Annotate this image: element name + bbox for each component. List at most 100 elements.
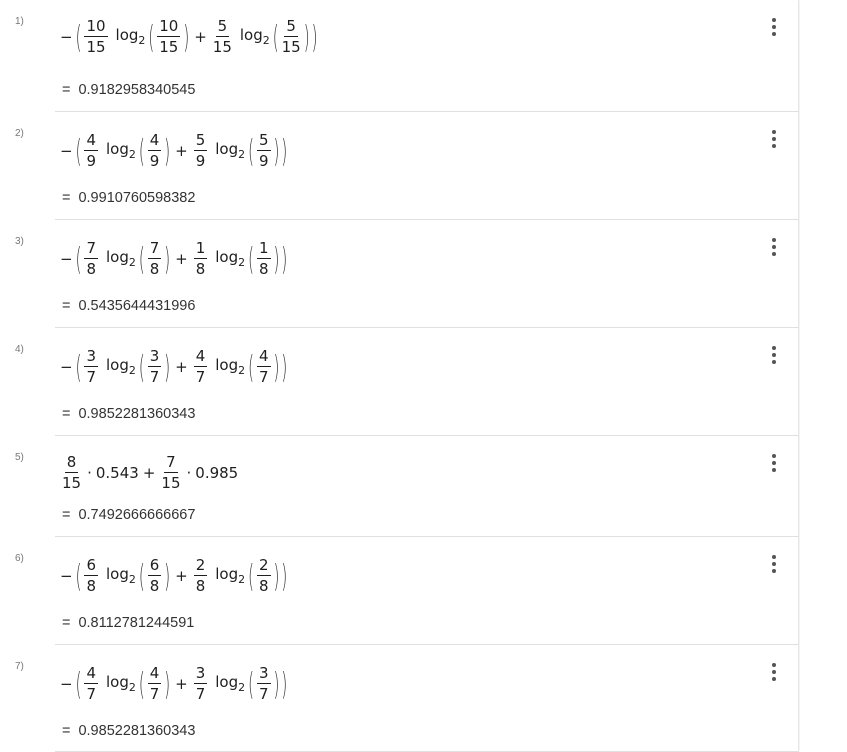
denominator: 9 — [195, 152, 206, 170]
log-function: log2 — [215, 673, 245, 694]
log-base: 2 — [138, 34, 146, 47]
fraction: 10 15 — [82, 16, 109, 57]
fraction: 37 — [146, 346, 164, 387]
left-paren: ( — [138, 556, 145, 595]
minus-sign: − — [60, 249, 73, 268]
more-vertical-icon[interactable] — [766, 236, 782, 258]
more-vertical-icon[interactable] — [766, 16, 782, 38]
right-paren: ) — [281, 131, 288, 170]
graphics-area[interactable] — [800, 0, 847, 752]
fraction: 18 — [255, 238, 273, 279]
numerator: 5 — [256, 131, 271, 151]
numerator: 5 — [284, 17, 298, 37]
numerator: 3 — [84, 347, 98, 367]
denominator: 8 — [86, 260, 96, 278]
numerator: 10 — [84, 17, 108, 37]
result-value: 0.9852281360343 — [78, 406, 196, 422]
right-paren: ) — [281, 347, 288, 386]
plus-sign: + — [175, 357, 188, 376]
algebra-row[interactable]: 7) −(4 7 log2(4 7) +3 7 log2(3 7)) = 0.98522813603… — [0, 645, 798, 752]
left-paren: ( — [75, 664, 82, 703]
denominator: 15 — [212, 38, 232, 56]
result-value: 0.9182958340545 — [78, 82, 196, 98]
fraction: 47 — [82, 663, 100, 704]
numerator: 1 — [256, 239, 271, 259]
plus-sign: + — [175, 141, 188, 160]
minus-sign: − — [60, 27, 73, 46]
log-label: log — [215, 673, 239, 691]
log-base: 2 — [128, 256, 136, 269]
row-number: 6) — [15, 553, 24, 564]
right-paren: ) — [164, 239, 171, 278]
denominator: 8 — [195, 260, 206, 278]
left-paren: ( — [138, 664, 145, 703]
left-paren: ( — [138, 239, 145, 278]
denominator: 15 — [161, 474, 181, 492]
right-paren: ) — [273, 664, 280, 703]
input-expression[interactable]: −(10 15 log2(10 15) +5 15 log2(5 15)) — [60, 16, 318, 57]
log-label: log — [215, 356, 239, 374]
right-paren: ) — [164, 664, 171, 703]
left-paren: ( — [138, 131, 145, 170]
fraction: 37 — [82, 346, 100, 387]
input-expression[interactable]: 8 15 · 0.543 +7 15 · 0.985 — [60, 452, 238, 493]
more-vertical-icon[interactable] — [766, 452, 782, 474]
row-number: 4) — [15, 344, 24, 355]
denominator: 7 — [258, 368, 269, 386]
left-paren: ( — [248, 239, 254, 278]
output-result: = 0.8112781244591 — [62, 615, 194, 631]
numerator: 4 — [256, 347, 271, 367]
algebra-row[interactable]: 3) −(7 8 log2(7 8) +1 8 log2(1 8)) = 0.54356444319… — [0, 220, 798, 328]
log-base: 2 — [128, 681, 136, 694]
result-value: 0.9852281360343 — [78, 723, 196, 739]
fraction: 5 15 — [211, 16, 234, 57]
left-paren: ( — [148, 17, 155, 56]
log-label: log — [115, 26, 139, 44]
log-base: 2 — [238, 681, 246, 694]
denominator: 7 — [86, 685, 96, 703]
input-expression[interactable]: −(3 7 log2(3 7) +4 7 log2(4 7)) — [60, 346, 288, 387]
algebra-row[interactable]: 4) −(3 7 log2(3 7) +4 7 log2(4 7)) = 0.98522813603… — [0, 328, 798, 436]
output-result: = 0.9852281360343 — [62, 406, 195, 422]
fraction: 28 — [192, 555, 210, 596]
algebra-row[interactable]: 2) −(4 9 log2(4 9) +5 9 log2(5 9)) = 0.99107605983… — [0, 112, 798, 220]
algebra-row[interactable]: 6) −(6 8 log2(6 8) +2 8 log2(2 8)) = 0.81127812445… — [0, 537, 798, 645]
more-vertical-icon[interactable] — [766, 553, 782, 575]
log-label: log — [215, 565, 239, 583]
right-paren: ) — [281, 556, 288, 595]
fraction: 37 — [192, 663, 210, 704]
input-expression[interactable]: −(4 7 log2(4 7) +3 7 log2(3 7)) — [60, 663, 288, 704]
more-vertical-icon[interactable] — [766, 661, 782, 683]
minus-sign: − — [60, 141, 73, 160]
numerator: 7 — [84, 239, 98, 259]
algebra-row[interactable]: 1) −(10 15 log2(10 15) +5 15 log2(5 15)) = 0.91829… — [0, 0, 798, 112]
denominator: 7 — [195, 685, 206, 703]
plus-sign: + — [175, 674, 188, 693]
log-base: 2 — [238, 364, 246, 377]
fraction: 47 — [192, 346, 210, 387]
input-expression[interactable]: −(7 8 log2(7 8) +1 8 log2(1 8)) — [60, 238, 288, 279]
row-number: 1) — [15, 16, 24, 27]
fraction: 37 — [255, 663, 273, 704]
more-vertical-icon[interactable] — [766, 344, 782, 366]
fraction: 49 — [146, 130, 164, 171]
left-paren: ( — [75, 556, 82, 595]
right-paren: ) — [281, 664, 288, 703]
log-label: log — [105, 673, 129, 691]
denominator: 9 — [86, 152, 96, 170]
log-function: log2 — [240, 26, 270, 47]
algebra-row[interactable]: 5) 8 15 · 0.543 +7 15 · 0.985 = 0.7492666666667 — [0, 436, 798, 537]
left-paren: ( — [75, 17, 82, 56]
denominator: 7 — [149, 685, 160, 703]
plus-sign: + — [175, 249, 188, 268]
fraction: 59 — [192, 130, 210, 171]
log-label: log — [239, 26, 263, 44]
equals-sign: = — [62, 507, 71, 523]
input-expression[interactable]: −(4 9 log2(4 9) +5 9 log2(5 9)) — [60, 130, 288, 171]
left-paren: ( — [75, 239, 82, 278]
more-vertical-icon[interactable] — [766, 128, 782, 150]
numerator: 4 — [84, 131, 98, 151]
numerator: 1 — [193, 239, 208, 259]
input-expression[interactable]: −(6 8 log2(6 8) +2 8 log2(2 8)) — [60, 555, 288, 596]
denominator: 8 — [86, 577, 96, 595]
